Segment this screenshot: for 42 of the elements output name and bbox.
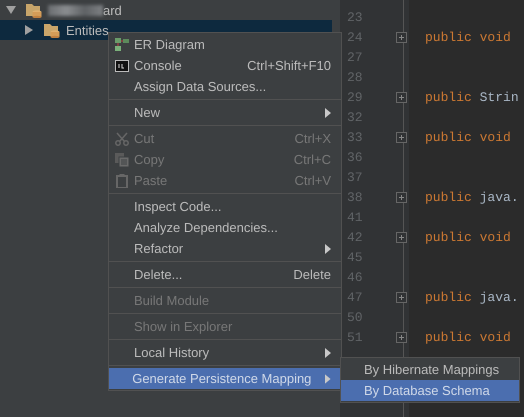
menu-item[interactable]: New: [109, 102, 341, 123]
clipboard-icon: [116, 174, 128, 188]
diagram-icon: [114, 38, 128, 52]
scissors-icon: [114, 132, 128, 146]
code-line: public java.: [425, 190, 519, 204]
submenu-arrow-icon: [325, 374, 331, 384]
submenu-arrow-icon: [325, 348, 331, 358]
code-line: public java.: [425, 290, 519, 304]
menu-item[interactable]: By Database Schema: [341, 380, 519, 401]
menu-item[interactable]: Delete... Delete: [109, 264, 341, 285]
code-line: public void: [425, 330, 512, 344]
folder-database-icon: [25, 2, 43, 18]
submenu-arrow-icon: [325, 108, 331, 118]
menu-item[interactable]: By Hibernate Mappings: [341, 359, 519, 380]
fold-plus-icon[interactable]: [396, 132, 407, 142]
menu-item[interactable]: Local History: [109, 342, 341, 363]
menu-item[interactable]: Refactor: [109, 238, 341, 259]
blurred-text: [48, 4, 103, 16]
menu-item[interactable]: Analyze Dependencies...: [109, 217, 341, 238]
fold-plus-icon[interactable]: [396, 332, 407, 342]
tree-label: ard: [103, 2, 122, 18]
submenu-arrow-icon: [325, 244, 331, 254]
menu-item[interactable]: Generate Persistence Mapping: [109, 368, 341, 389]
copy-icon: [114, 152, 128, 166]
expand-arrow-icon[interactable]: [6, 5, 16, 15]
menu-item[interactable]: Console Ctrl+Shift+F10: [109, 55, 341, 76]
code-line: public void: [425, 130, 512, 144]
menu-item[interactable]: Assign Data Sources...: [109, 76, 341, 97]
fold-plus-icon[interactable]: [396, 32, 407, 42]
collapse-arrow-icon[interactable]: [24, 25, 34, 35]
fold-plus-icon[interactable]: [396, 232, 407, 242]
folder-database-icon: [43, 22, 61, 38]
fold-plus-icon[interactable]: [396, 292, 407, 302]
fold-plus-icon[interactable]: [396, 192, 407, 202]
code-line: public Strin: [425, 90, 519, 104]
code-line: public void: [425, 30, 512, 44]
console-icon: [114, 60, 128, 72]
code-line: public void: [425, 230, 512, 244]
tree-label: Entities: [66, 22, 109, 38]
tree-item[interactable]: ard: [0, 0, 332, 20]
menu-item[interactable]: Inspect Code...: [109, 196, 341, 217]
fold-plus-icon[interactable]: [396, 92, 407, 102]
